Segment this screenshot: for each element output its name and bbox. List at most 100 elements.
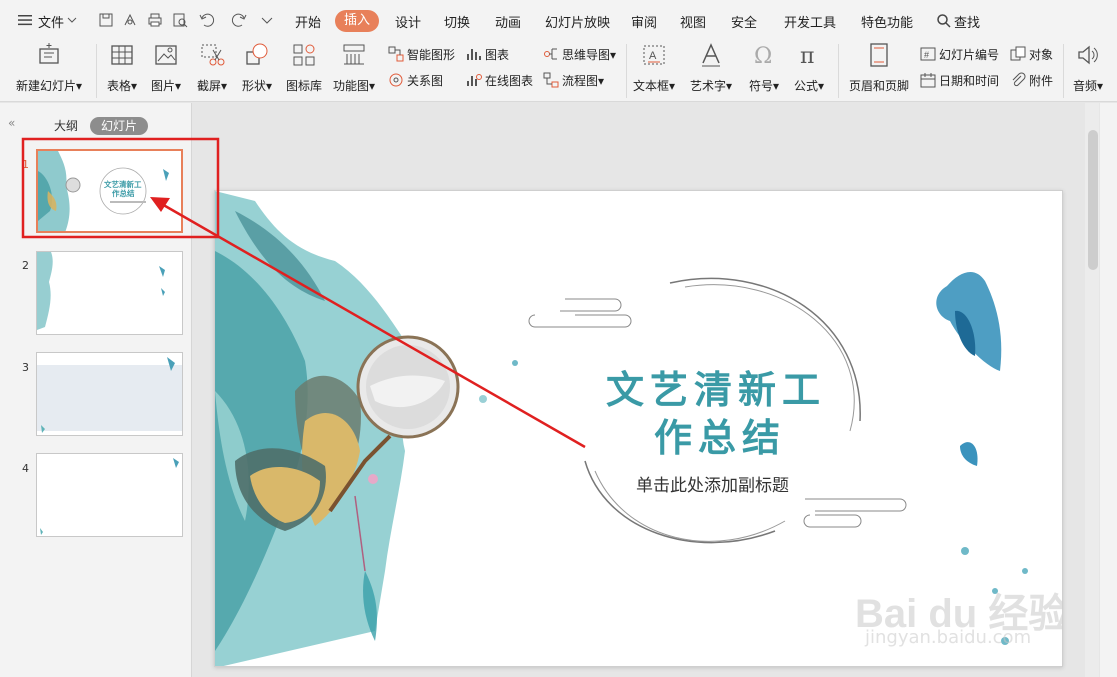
function-chart-icon (343, 44, 365, 65)
online-chart-button[interactable]: 在线图表 (466, 72, 533, 90)
tab-view[interactable]: 视图 (680, 12, 706, 31)
smart-art-button[interactable]: 智能图形 (388, 46, 455, 64)
svg-text:Ω: Ω (754, 44, 772, 68)
function-chart-button[interactable]: 功能图▾ (330, 42, 378, 94)
print-icon[interactable] (147, 12, 163, 28)
slide-thumbnail-4[interactable] (36, 453, 183, 537)
picture-button[interactable]: 图片▾ (148, 42, 184, 94)
relation-chart-icon (389, 73, 403, 87)
textbox-label: 文本框▾ (632, 79, 676, 93)
slide-1-editor[interactable]: 文艺清新工 作总结 单击此处添加副标题 Bai du 经验 jingyan.ba… (214, 190, 1063, 667)
chart-button[interactable]: 图表 (466, 46, 509, 64)
redo-icon[interactable] (231, 12, 247, 28)
slide-subtitle-placeholder[interactable]: 单击此处添加副标题 (636, 471, 789, 496)
attachment-button[interactable]: 附件 (1010, 72, 1053, 90)
undo-icon[interactable] (199, 12, 215, 28)
tab-transitions[interactable]: 切换 (444, 12, 470, 31)
header-footer-icon (870, 43, 888, 67)
tab-slides[interactable]: 幻灯片 (90, 117, 148, 135)
slide-title-line2[interactable]: 作总结 (654, 407, 786, 462)
pi-formula-icon: π (800, 44, 814, 69)
slide-thumbnail-1[interactable]: 文艺清新工 作总结 (36, 149, 183, 233)
slide-thumbnail-2[interactable] (36, 251, 183, 335)
menu-bar: 文件 开始 插入 设计 切换 动画 幻灯片放映 审阅 视图 安全 开发工具 特色… (0, 0, 1117, 40)
ribbon-divider (1063, 44, 1064, 98)
new-slide-icon (39, 43, 59, 64)
mind-map-button[interactable]: 思维导图▾ (543, 46, 616, 64)
object-button[interactable]: 对象 (1010, 46, 1053, 64)
tab-features[interactable]: 特色功能 (861, 12, 913, 31)
icon-library-icon (293, 44, 315, 66)
ribbon-divider (838, 44, 839, 98)
slide-2-preview (37, 252, 165, 330)
ribbon-divider (626, 44, 627, 98)
chevron-down-icon[interactable] (67, 15, 77, 25)
flowchart-button[interactable]: 流程图▾ (543, 72, 604, 90)
tab-outline[interactable]: 大纲 (54, 117, 78, 134)
save-icon[interactable] (98, 12, 114, 28)
shape-label: 形状▾ (241, 79, 273, 93)
formula-label: 公式▾ (793, 79, 825, 93)
slide-number-button[interactable]: # 幻灯片编号 (920, 46, 999, 64)
header-footer-button[interactable]: 页眉和页脚 (847, 42, 911, 94)
hamburger-menu-icon[interactable] (17, 12, 33, 28)
export-icon[interactable] (122, 12, 138, 28)
tab-insert[interactable]: 插入 (335, 10, 379, 32)
tab-slideshow[interactable]: 幻灯片放映 (545, 12, 610, 31)
screenshot-button[interactable]: 截屏▾ (194, 42, 230, 94)
shape-icon (246, 43, 268, 65)
icon-library-button[interactable]: 图标库 (283, 42, 325, 94)
object-icon (1010, 46, 1026, 61)
collapse-panel-icon[interactable]: « (8, 116, 15, 130)
tab-design[interactable]: 设计 (395, 12, 421, 31)
formula-button[interactable]: π 公式▾ (791, 42, 827, 94)
slide-thumbnail-3[interactable] (36, 352, 183, 436)
relation-chart-button[interactable]: 关系图 (388, 72, 443, 90)
word-art-label: 艺术字▾ (689, 79, 733, 93)
svg-text:π: π (800, 44, 814, 68)
slide-number-2: 2 (22, 259, 29, 272)
tab-animations[interactable]: 动画 (495, 12, 521, 31)
slide-1-preview: 文艺清新工 作总结 (38, 151, 169, 231)
textbox-button[interactable]: A 文本框▾ (630, 42, 678, 94)
mind-map-icon (544, 48, 557, 60)
slide-number-icon: # (920, 47, 936, 61)
screenshot-label: 截屏▾ (196, 79, 228, 93)
flowchart-icon (543, 72, 559, 88)
slide-number-3: 3 (22, 361, 29, 374)
tab-review[interactable]: 审阅 (631, 12, 657, 31)
scrollbar-thumb[interactable] (1088, 130, 1098, 270)
symbol-label: 符号▾ (748, 79, 780, 93)
shape-button[interactable]: 形状▾ (239, 42, 275, 94)
customize-dropdown-icon[interactable] (259, 12, 275, 28)
new-slide-button[interactable]: 新建幻灯片▾ (12, 42, 86, 94)
date-time-button[interactable]: 日期和时间 (920, 72, 999, 90)
table-icon (111, 45, 133, 65)
function-chart-label: 功能图▾ (332, 79, 376, 93)
omega-symbol-icon: Ω (754, 44, 772, 69)
smart-art-icon (388, 46, 404, 62)
tab-home[interactable]: 开始 (295, 12, 321, 31)
search-icon[interactable] (936, 13, 952, 29)
print-preview-icon[interactable] (172, 12, 188, 28)
audio-label: 音频▾ (1072, 79, 1104, 93)
svg-text:A: A (649, 50, 657, 62)
slide-navigation-panel: « 大纲 幻灯片 1 文艺清新工 作总结 2 3 4 (0, 103, 192, 677)
watermark-url: jingyan.baidu.com (865, 627, 1032, 648)
file-menu[interactable]: 文件 (38, 12, 64, 31)
slide-number-1: 1 (22, 158, 29, 171)
tab-security[interactable]: 安全 (731, 12, 757, 31)
slide-title-line1[interactable]: 文艺清新工 (606, 359, 826, 414)
icon-library-label: 图标库 (285, 79, 322, 93)
thumb1-title-line2: 作总结 (112, 188, 135, 198)
word-art-button[interactable]: 艺术字▾ (687, 42, 735, 94)
search-button[interactable]: 查找 (954, 12, 980, 31)
audio-button[interactable]: 音频▾ (1068, 42, 1108, 94)
tab-developer[interactable]: 开发工具 (784, 12, 836, 31)
scissors-icon (201, 44, 225, 66)
chart-icon (467, 49, 481, 60)
symbol-button[interactable]: Ω 符号▾ (746, 42, 782, 94)
svg-text:#: # (924, 50, 929, 60)
ribbon-toolbar: 新建幻灯片▾ 表格▾ 图片▾ 截屏▾ 形状▾ 图标库 功能图▾ 智能图形 关系图… (0, 40, 1117, 102)
table-button[interactable]: 表格▾ (104, 42, 140, 94)
